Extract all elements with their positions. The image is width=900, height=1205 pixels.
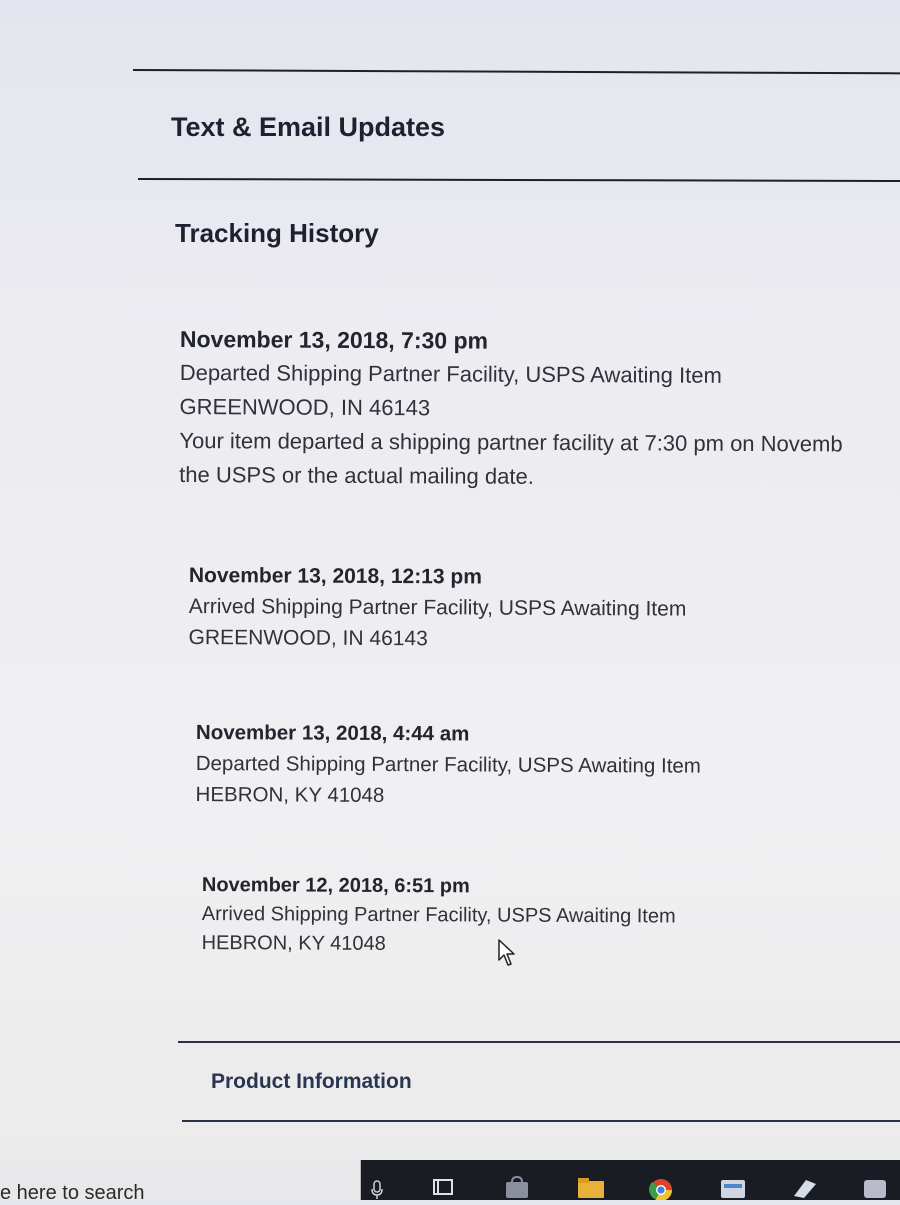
event-status: Departed Shipping Partner Facility, USPS… [179, 359, 722, 388]
section-divider [178, 1041, 900, 1043]
tracking-event: November 13, 2018, 4:44 am Departed Ship… [196, 717, 702, 813]
event-status: Arrived Shipping Partner Facility, USPS … [188, 594, 687, 621]
product-information-heading[interactable]: Product Information [211, 1070, 412, 1094]
event-location: HEBRON, KY 41048 [195, 782, 385, 807]
app-icon[interactable] [718, 1176, 748, 1200]
app-icon[interactable] [860, 1176, 890, 1200]
event-status: Arrived Shipping Partner Facility, USPS … [201, 902, 676, 928]
event-location: GREENWOOD, IN 46143 [188, 625, 428, 651]
event-date: November 12, 2018, 6:51 pm [201, 873, 470, 898]
mouse-cursor-icon [498, 939, 515, 966]
event-location: HEBRON, KY 41048 [201, 931, 386, 955]
tracking-event: November 12, 2018, 6:51 pm Arrived Shipp… [202, 871, 676, 960]
store-icon[interactable] [502, 1176, 532, 1200]
event-date: November 13, 2018, 7:30 pm [179, 325, 489, 354]
taskbar-search-box[interactable]: e here to search [0, 1160, 361, 1204]
section-divider [137, 178, 900, 182]
event-description: the USPS or the actual mailing date. [179, 461, 534, 489]
event-status: Departed Shipping Partner Facility, USPS… [195, 751, 701, 778]
tracking-history-heading: Tracking History [175, 218, 379, 248]
event-date: November 13, 2018, 12:13 pm [188, 563, 482, 589]
tracking-event: November 13, 2018, 7:30 pm Departed Ship… [179, 322, 843, 495]
tracking-event: November 13, 2018, 12:13 pm Arrived Ship… [189, 560, 687, 656]
section-divider [182, 1120, 900, 1122]
event-location: GREENWOOD, IN 46143 [179, 393, 431, 421]
event-description: Your item departed a shipping partner fa… [179, 427, 843, 457]
app-icon[interactable] [790, 1176, 820, 1200]
event-date: November 13, 2018, 4:44 am [195, 720, 470, 746]
task-view-icon[interactable] [428, 1176, 458, 1200]
tracking-page: Text & Email Updates Tracking History No… [0, 0, 900, 1160]
section-divider [132, 69, 900, 75]
mic-icon[interactable] [370, 1180, 384, 1200]
chrome-icon[interactable] [646, 1176, 676, 1200]
search-placeholder: e here to search [0, 1182, 145, 1204]
text-email-updates-heading[interactable]: Text & Email Updates [171, 112, 445, 143]
file-explorer-icon[interactable] [576, 1176, 606, 1200]
